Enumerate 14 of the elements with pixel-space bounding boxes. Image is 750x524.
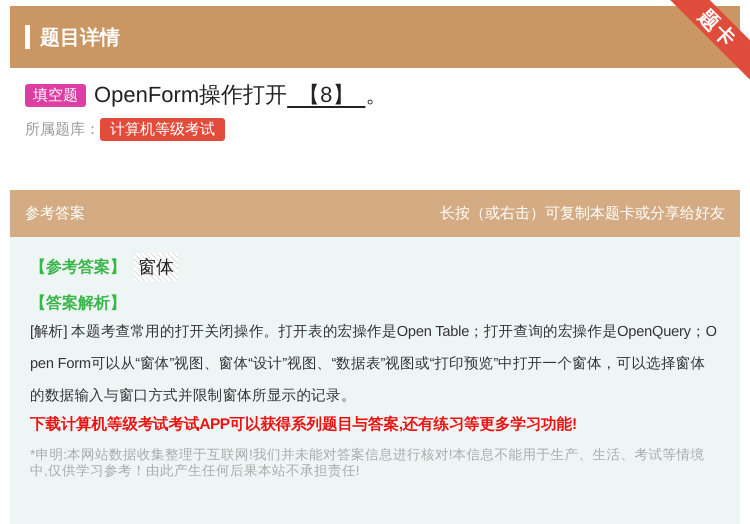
bank-label: 所属题库： — [25, 120, 100, 139]
share-hint: 长按（或右击）可复制本题卡或分享给好友 — [440, 204, 725, 223]
type-tag: 填空题 — [25, 84, 86, 106]
answer-title: 参考答案 — [25, 204, 85, 223]
bank-tag[interactable]: 计算机等级考试 — [100, 118, 225, 141]
section-title: 题目详情 — [40, 26, 120, 50]
question-text: OpenForm操作打开 【8】 。 — [94, 81, 388, 109]
promo-text: 下载计算机等级考试考试APP可以获得系列题目与答案,还有练习等更多学习功能! — [30, 414, 578, 435]
analysis-text: [解析] 本题考查常用的打开关闭操作。打开表的宏操作是Open Table；打开查询的宏操作是OpenQuery；Open Form可以从“窗体”视图、窗体“设计”视图、“数据表”视图或“打印预览”中打开一个窗体，可以选择窗体的数据输入与窗口方式并限制窗体所显示的记录。 — [30, 322, 718, 406]
analysis-label: 【答案解析】 — [30, 293, 126, 314]
answer-label: 【参考答案】 — [30, 257, 126, 278]
answer-value: 窗体 — [134, 253, 178, 281]
disclaimer-text: *申明:本网站数据收集整理于互联网!我们并未能对答案信息进行核对!本信息不能用于生产、生活、考试等情境中,仅供学习参考！由此产生任何后果本站不承担责任! — [30, 447, 706, 479]
title-marker — [25, 25, 30, 49]
